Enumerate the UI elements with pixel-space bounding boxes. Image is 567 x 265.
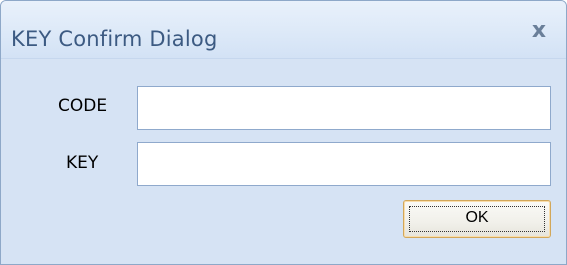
- key-label: KEY: [66, 153, 99, 173]
- ok-button[interactable]: OK: [403, 200, 551, 238]
- code-input[interactable]: [137, 86, 551, 130]
- ok-button-label: OK: [465, 209, 489, 226]
- dialog-title: KEY Confirm Dialog: [11, 27, 218, 51]
- close-icon[interactable]: x: [528, 20, 550, 42]
- title-bar: KEY Confirm Dialog x: [1, 1, 566, 59]
- code-label: CODE: [58, 96, 108, 116]
- key-input[interactable]: [137, 142, 551, 186]
- key-confirm-dialog: KEY Confirm Dialog x CODE KEY OK: [0, 0, 567, 265]
